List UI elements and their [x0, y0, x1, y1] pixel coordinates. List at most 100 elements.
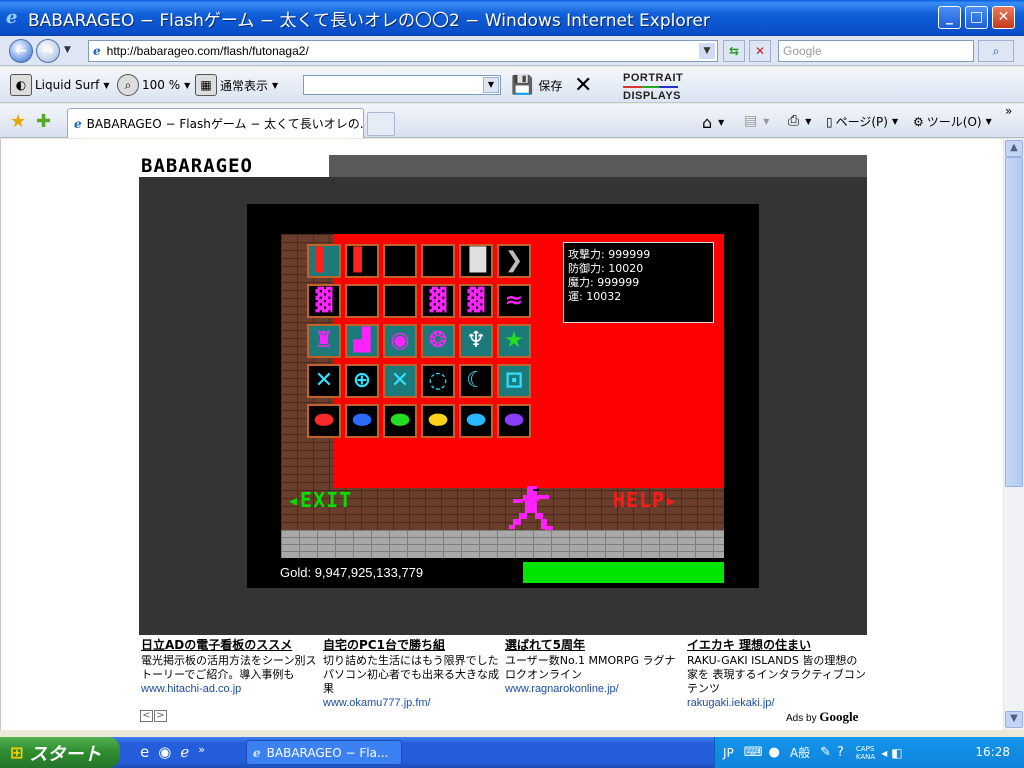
combo-dropdown-icon[interactable]: ▼	[483, 77, 499, 93]
ad-url[interactable]: www.ragnarokonline.jp/	[505, 683, 685, 695]
inventory-slot[interactable]: ⬬	[497, 404, 531, 438]
ad-item[interactable]: 選ばれて5周年 ユーザー数No.1 MMORPG ラグナロクオンライン www.…	[505, 636, 685, 695]
inventory-slot[interactable]: ◉	[383, 324, 417, 358]
close-button[interactable]: ✕	[992, 6, 1015, 29]
minimize-button[interactable]: _	[938, 6, 961, 29]
help-icon[interactable]: ?	[837, 745, 850, 760]
grail-icon: ♆	[466, 328, 486, 353]
search-input[interactable]: Google	[778, 40, 974, 62]
taskbar-ie-window[interactable]: e BABARAGEO − Fla...	[246, 740, 402, 765]
inventory-slot[interactable]: ⬬	[307, 404, 341, 438]
inventory-slot[interactable]: ▓	[421, 284, 455, 318]
tab-babarageo[interactable]: e BABARAGEO − Flashゲーム − 太くて長いオレの...	[67, 108, 364, 138]
inventory-slot[interactable]: ★	[497, 324, 531, 358]
keyboard-icon[interactable]: ⌨	[744, 745, 769, 760]
inventory-slot[interactable]: ▌	[345, 244, 379, 278]
feeds-button[interactable]: ▤ ▼	[744, 113, 769, 129]
quicklaunch-more-icon[interactable]: »	[198, 743, 205, 761]
ad-headline[interactable]: 自宅のPC1台で勝ち組	[323, 636, 503, 653]
ie-alt-quicklaunch-icon[interactable]: ℯ	[180, 743, 189, 761]
page-menu[interactable]: ▯ ページ(P) ▼	[826, 113, 898, 130]
stop-button[interactable]: ✕	[749, 40, 771, 62]
ad-prev-button[interactable]: <	[140, 710, 153, 722]
inventory-slot[interactable]: ❂	[421, 324, 455, 358]
help-button[interactable]: HELP▸	[613, 488, 678, 512]
ad-next-button[interactable]: >	[154, 710, 167, 722]
zoom-button[interactable]: ⌕ 100 % ▼	[117, 73, 190, 97]
inventory-slot[interactable]: ▓	[307, 284, 341, 318]
forward-button[interactable]: →	[36, 39, 60, 63]
liquid-surf-button[interactable]: ◐ Liquid Surf ▼	[10, 73, 110, 97]
inventory-slot[interactable]: ◌	[421, 364, 455, 398]
inventory-slot[interactable]: ☾	[459, 364, 493, 398]
scroll-up-icon[interactable]: ▲	[1005, 140, 1023, 157]
address-field[interactable]: e http://babarageo.com/flash/futonaga2/ …	[88, 40, 718, 62]
inventory-slot[interactable]: ⊕	[345, 364, 379, 398]
history-dropdown-icon[interactable]: ▼	[64, 45, 71, 55]
media-player-icon[interactable]: ◉	[158, 743, 171, 761]
add-favorites-icon[interactable]: ✚	[36, 111, 51, 132]
inventory-slot[interactable]	[383, 244, 417, 278]
site-logo[interactable]: BABARAGEO	[139, 155, 329, 177]
ime-pad-icon[interactable]: ●	[769, 745, 786, 760]
back-button[interactable]: ←	[9, 39, 33, 63]
vertical-scrollbar[interactable]: ▲ ▼	[1003, 139, 1024, 730]
ad-headline[interactable]: イエカキ 理想の住まい	[687, 636, 867, 653]
network-icon[interactable]: ◂	[881, 746, 887, 760]
ad-item[interactable]: 自宅のPC1台で勝ち組 切り詰めた生活にはもう限界でしたパソコン初心者でも出来る…	[323, 636, 503, 709]
inventory-slot[interactable]: ⬬	[383, 404, 417, 438]
ie-quicklaunch-icon[interactable]: e	[140, 743, 149, 761]
scroll-thumb[interactable]	[1005, 157, 1023, 487]
ad-url[interactable]: www.hitachi-ad.co.jp	[141, 683, 321, 695]
toolbar-combo-input[interactable]: ▼	[303, 75, 501, 95]
url-dropdown-icon[interactable]: ▼	[699, 43, 715, 59]
inventory-slot[interactable]: ▟	[345, 324, 379, 358]
close-x-icon[interactable]: ✕	[574, 73, 592, 98]
scroll-down-icon[interactable]: ▼	[1005, 711, 1023, 728]
ad-url[interactable]: www.okamu777.jp.fm/	[323, 697, 503, 709]
inventory-slot[interactable]	[421, 244, 455, 278]
window-title-bar[interactable]: e BABARAGEO − Flashゲーム − 太くて長いオレの〇〇2 − W…	[0, 0, 1024, 36]
inventory-slot[interactable]: ▓	[459, 284, 493, 318]
inventory-slot[interactable]	[383, 284, 417, 318]
more-commands-icon[interactable]: »	[1005, 104, 1012, 118]
inventory-slot[interactable]: ✕	[307, 364, 341, 398]
maximize-button[interactable]: □	[965, 6, 988, 29]
refresh-button[interactable]: ⇆	[723, 40, 745, 62]
ime-language[interactable]: JP	[723, 746, 734, 760]
ad-item[interactable]: イエカキ 理想の住まい RAKU-GAKI ISLANDS 皆の理想の家を 表現…	[687, 636, 867, 709]
ads-by-google[interactable]: Ads by Google	[786, 709, 858, 725]
inventory-slot[interactable]	[345, 284, 379, 318]
inventory-slot[interactable]: ▐▌	[459, 244, 495, 278]
save-button[interactable]: 💾 保存	[511, 73, 562, 97]
exit-button[interactable]: ◂EXIT	[287, 488, 352, 512]
ad-headline[interactable]: 日立ADの電子看板のススメ	[141, 636, 321, 653]
new-tab-button[interactable]	[367, 112, 395, 136]
ime-mode[interactable]: A般	[790, 744, 810, 761]
inventory-slot[interactable]: ♜	[307, 324, 341, 358]
favorites-star-icon[interactable]: ★	[10, 111, 26, 132]
inventory-slot[interactable]: ⬬	[421, 404, 455, 438]
flash-game[interactable]: ▌ ▌ ▐▌ ❯ ▓ ▓ ▓ ≈ ♜ ▟ ◉ ❂ ♆ ★ ✕ ⊕ ✕ ◌ ☾ ⊡ ⬬ ⬬ ⬬ ⬬ ⬬ ⬬ 攻撃力: 999999 …	[247, 204, 759, 588]
inventory-slot[interactable]: ♆	[459, 324, 493, 358]
inventory-slot[interactable]: ≈	[497, 284, 531, 318]
inventory-slot[interactable]: ▌	[307, 244, 341, 278]
search-button[interactable]: ⌕	[978, 40, 1014, 62]
ad-url[interactable]: rakugaki.iekaki.jp/	[687, 697, 867, 709]
inventory-slot[interactable]: ⊡	[497, 364, 531, 398]
inventory-slot[interactable]: ⬬	[345, 404, 379, 438]
ad-headline[interactable]: 選ばれて5周年	[505, 636, 685, 653]
view-mode-button[interactable]: ▦ 通常表示 ▼	[195, 73, 278, 97]
inventory-slot[interactable]: ⬬	[459, 404, 493, 438]
inventory-slot[interactable]: ❯	[497, 244, 531, 278]
inventory-slot[interactable]: ✕	[383, 364, 417, 398]
url-text[interactable]: http://babarageo.com/flash/futonaga2/	[107, 44, 309, 58]
home-button[interactable]: ⌂ ▼	[702, 113, 724, 132]
portrait-displays-logo[interactable]: PORTRAIT DISPLAYS	[623, 71, 683, 103]
print-button[interactable]: ⎙ ▼	[788, 113, 811, 129]
ad-item[interactable]: 日立ADの電子看板のススメ 電光掲示板の活用方法をシーン別ストーリーでご紹介。導…	[141, 636, 321, 695]
volume-icon[interactable]: ◧	[891, 746, 902, 760]
start-button[interactable]: ⊞ スタート	[0, 737, 120, 768]
tool-icon[interactable]: ✎	[820, 745, 837, 760]
tools-menu[interactable]: ⚙ ツール(O) ▼	[913, 113, 992, 130]
